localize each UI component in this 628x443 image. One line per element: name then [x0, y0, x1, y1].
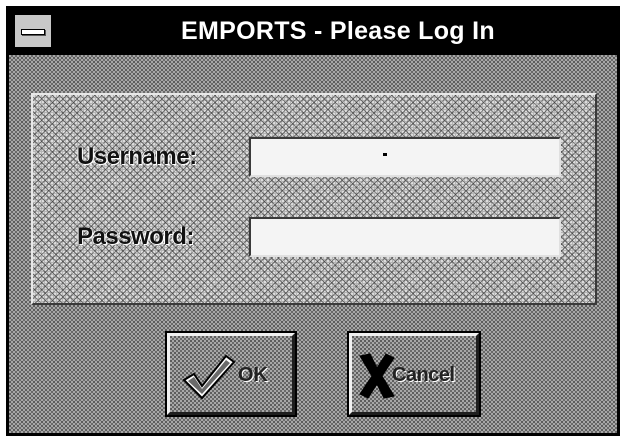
login-dialog: EMPORTS - Please Log In Username: Passwo…: [6, 6, 620, 436]
username-label: Username:: [77, 143, 197, 170]
dialog-body: Username: Password: OK Cancel: [9, 55, 617, 433]
username-field[interactable]: [249, 137, 561, 177]
credentials-panel: Username: Password:: [31, 93, 597, 305]
title-bar[interactable]: EMPORTS - Please Log In: [9, 9, 617, 55]
password-row: Password:: [33, 213, 595, 261]
ok-button[interactable]: OK: [165, 331, 297, 417]
cancel-button[interactable]: Cancel: [347, 331, 481, 417]
ok-label: OK: [238, 364, 268, 386]
system-menu-icon[interactable]: [13, 13, 53, 49]
cancel-label: Cancel: [392, 364, 455, 386]
x-mark-icon: [358, 350, 396, 407]
password-label: Password:: [77, 223, 194, 250]
checkmark-icon: [180, 350, 236, 407]
password-field[interactable]: [249, 217, 561, 257]
username-row: Username:: [33, 133, 595, 181]
text-cursor: [383, 153, 387, 156]
window-title: EMPORTS - Please Log In: [181, 17, 495, 45]
